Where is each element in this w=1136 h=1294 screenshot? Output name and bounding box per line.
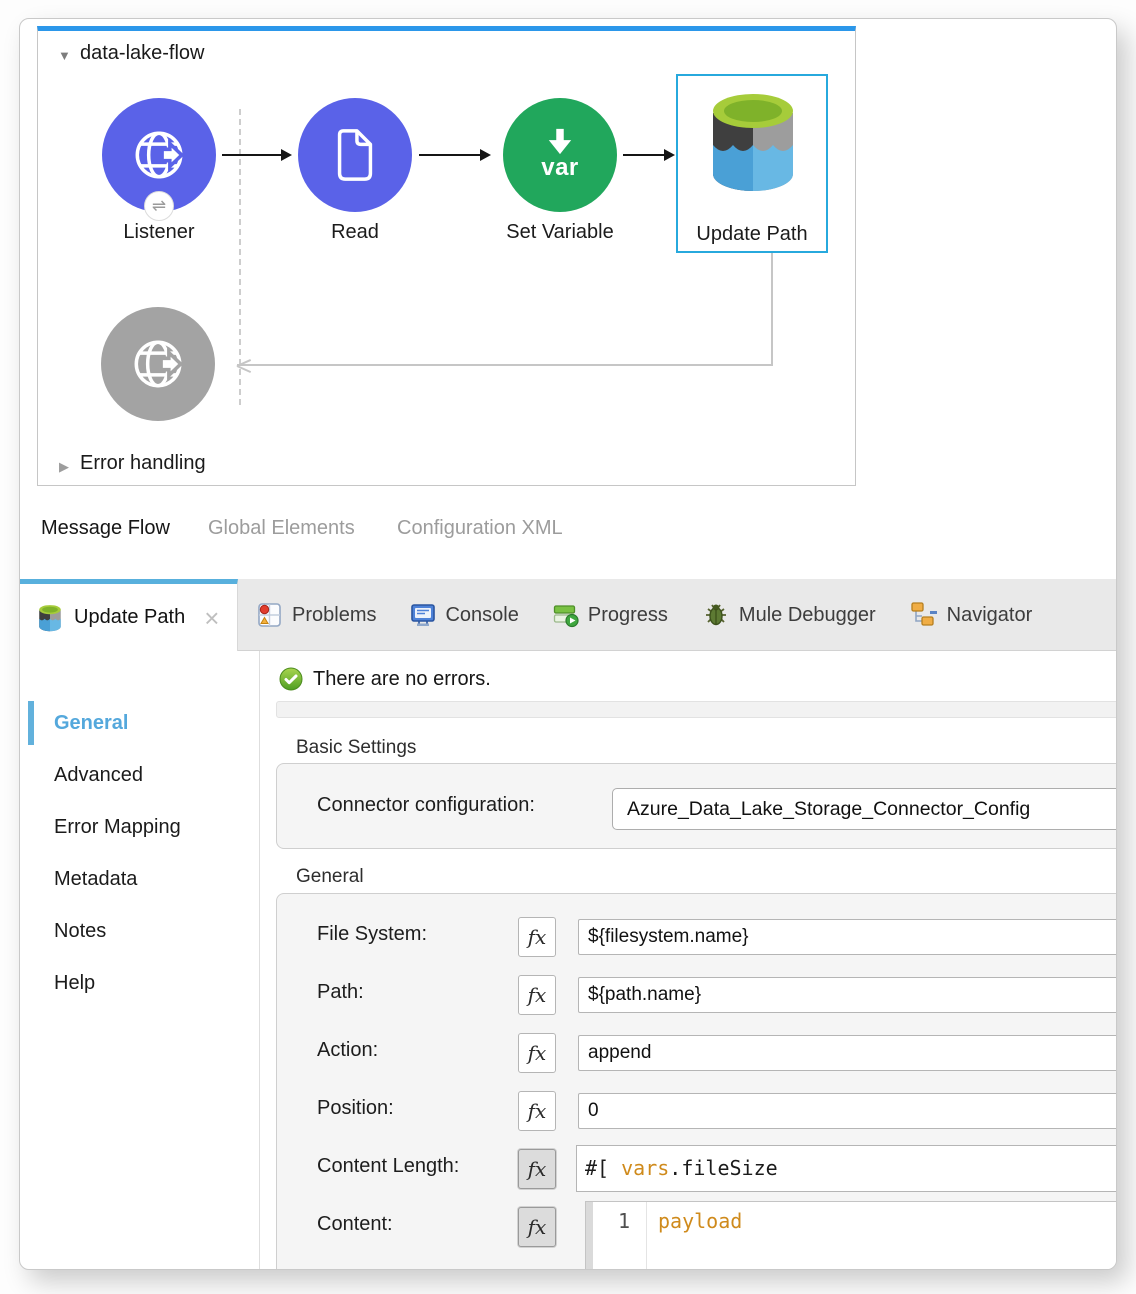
bug-icon xyxy=(702,601,730,629)
azure-data-lake-mini-icon xyxy=(37,604,63,632)
action-input[interactable] xyxy=(578,1035,1117,1071)
sidebar-item-error-mapping[interactable]: Error Mapping xyxy=(54,801,181,853)
content-code-editor[interactable]: 1 payload xyxy=(585,1201,1117,1270)
tab-mule-debugger-label: Mule Debugger xyxy=(739,604,876,627)
panel-tabbar: Update Path × Problems xyxy=(20,579,1117,651)
node-update-path[interactable]: Update Path xyxy=(676,74,828,253)
status-row: There are no errors. xyxy=(279,667,491,691)
document-icon xyxy=(328,125,382,185)
connector-configuration-select[interactable]: Azure_Data_Lake_Storage_Connector_Config xyxy=(612,788,1117,830)
tab-progress[interactable]: Progress xyxy=(553,602,668,628)
basic-settings-panel: Connector configuration: Azure_Data_Lake… xyxy=(276,763,1117,849)
tab-message-flow[interactable]: Message Flow xyxy=(41,517,170,540)
content-fx-button[interactable]: fx xyxy=(518,1207,556,1247)
path-fx-button[interactable]: fx xyxy=(518,975,556,1015)
sidebar-item-advanced[interactable]: Advanced xyxy=(54,749,181,801)
tab-progress-label: Progress xyxy=(588,604,668,627)
tab-problems[interactable]: Problems xyxy=(257,602,376,628)
editor-code-text: payload xyxy=(658,1209,742,1233)
tab-problems-label: Problems xyxy=(292,604,376,627)
tab-global-elements[interactable]: Global Elements xyxy=(208,517,355,540)
error-handling-collapse-icon[interactable]: ▶ xyxy=(59,459,69,475)
azure-data-lake-icon xyxy=(706,90,800,194)
tab-update-path-label: Update Path xyxy=(74,606,185,629)
flow-arrow-1 xyxy=(222,154,282,156)
sidebar-item-general[interactable]: General xyxy=(54,697,181,749)
node-label-update-path: Update Path xyxy=(667,223,837,246)
panel-tabs: Problems Console Prog xyxy=(257,584,1032,646)
expression-suffix: .fileSize xyxy=(669,1156,777,1180)
file-system-label: File System: xyxy=(317,923,427,946)
node-set-variable[interactable]: var xyxy=(503,98,617,212)
general-panel: File System: fx Path: fx Action: fx Posi… xyxy=(276,893,1117,1270)
flow-title: data-lake-flow xyxy=(80,42,205,65)
basic-settings-title: Basic Settings xyxy=(296,737,416,759)
node-read[interactable] xyxy=(298,98,412,212)
success-check-icon xyxy=(279,667,303,691)
console-icon xyxy=(410,602,436,628)
return-wire-vertical xyxy=(771,253,773,365)
close-icon[interactable]: × xyxy=(204,608,219,628)
arrow-down-icon xyxy=(541,128,579,156)
progress-icon xyxy=(553,602,579,628)
path-label: Path: xyxy=(317,981,364,1004)
action-label: Action: xyxy=(317,1039,378,1062)
sidebar-active-indicator xyxy=(28,701,34,745)
tab-navigator-label: Navigator xyxy=(947,604,1033,627)
expression-vars-token: vars xyxy=(621,1156,669,1180)
globe-arrow-icon xyxy=(128,124,190,186)
navigator-icon xyxy=(910,601,938,629)
studio-window: ▼ data-lake-flow ⇌ Listener xyxy=(19,18,1117,1270)
content-length-expression-input[interactable]: #[ vars.fileSize xyxy=(576,1145,1117,1192)
sync-badge-icon: ⇌ xyxy=(144,191,174,221)
position-label: Position: xyxy=(317,1097,394,1120)
tab-update-path[interactable]: Update Path × xyxy=(20,579,238,651)
tab-mule-debugger[interactable]: Mule Debugger xyxy=(702,601,876,629)
content-label: Content: xyxy=(317,1213,393,1236)
status-message: There are no errors. xyxy=(313,668,491,691)
position-input[interactable] xyxy=(578,1093,1117,1129)
node-label-set-variable: Set Variable xyxy=(475,221,645,244)
action-fx-button[interactable]: fx xyxy=(518,1033,556,1073)
problems-icon xyxy=(257,602,283,628)
editor-gutter-bar xyxy=(586,1202,593,1270)
globe-arrow-icon xyxy=(127,333,189,395)
node-response[interactable] xyxy=(101,307,215,421)
expression-prefix: #[ xyxy=(585,1156,621,1180)
flow-collapse-icon[interactable]: ▼ xyxy=(58,48,71,63)
node-label-listener: Listener xyxy=(74,221,244,244)
properties-sidebar: General Advanced Error Mapping Metadata … xyxy=(54,697,181,1009)
node-label-read: Read xyxy=(270,221,440,244)
file-system-fx-button[interactable]: fx xyxy=(518,917,556,957)
var-icon-text: var xyxy=(541,154,579,182)
tab-configuration-xml[interactable]: Configuration XML xyxy=(397,517,563,540)
flow-arrow-2 xyxy=(419,154,481,156)
connector-configuration-label: Connector configuration: xyxy=(317,794,535,817)
content-length-fx-button[interactable]: fx xyxy=(518,1149,556,1189)
tab-console-label: Console xyxy=(445,604,518,627)
return-wire-horizontal xyxy=(237,364,773,366)
path-input[interactable] xyxy=(578,977,1117,1013)
sidebar-item-metadata[interactable]: Metadata xyxy=(54,853,181,905)
scrolled-section-strip xyxy=(276,701,1117,718)
sidebar-item-notes[interactable]: Notes xyxy=(54,905,181,957)
flow-canvas: ▼ data-lake-flow ⇌ Listener xyxy=(37,26,856,486)
sidebar-item-help[interactable]: Help xyxy=(54,957,181,1009)
sidebar-separator xyxy=(259,651,260,1270)
general-section-title: General xyxy=(296,866,364,888)
file-system-input[interactable] xyxy=(578,919,1117,955)
editor-line-number: 1 xyxy=(618,1209,630,1233)
editor-gutter-line xyxy=(646,1202,647,1270)
flow-arrow-3 xyxy=(623,154,665,156)
content-length-label: Content Length: xyxy=(317,1155,459,1178)
tab-navigator[interactable]: Navigator xyxy=(910,601,1033,629)
error-handling-label: Error handling xyxy=(80,452,206,475)
tab-console[interactable]: Console xyxy=(410,602,518,628)
position-fx-button[interactable]: fx xyxy=(518,1091,556,1131)
